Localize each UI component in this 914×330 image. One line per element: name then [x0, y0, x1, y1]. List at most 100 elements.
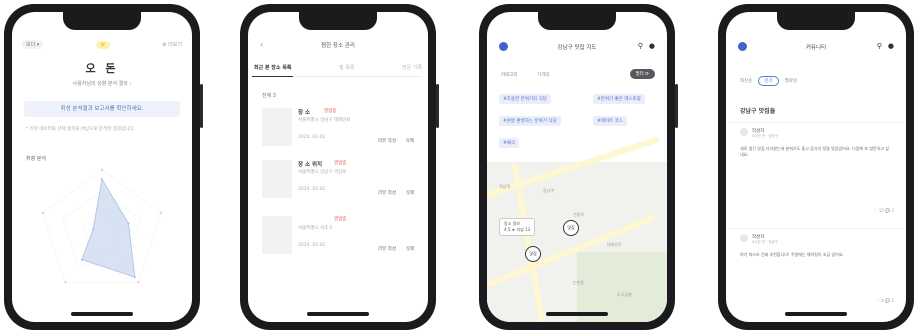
delete-button[interactable]: 삭제 [406, 246, 414, 252]
avatar[interactable] [740, 234, 748, 242]
notch [538, 12, 616, 30]
thumbnail-image [262, 216, 292, 254]
status-badge: 영업중 [334, 161, 347, 166]
settings-button[interactable]: ⚙ 더보기 [162, 41, 182, 48]
page-title: 오 돈 [85, 62, 119, 75]
place-callout[interactable]: 장소 정보 4.5 ★ 리뷰 13 [499, 218, 536, 236]
radar-axis-dot [64, 280, 67, 284]
map-view[interactable]: 역삼역 강남역 선릉로 테헤란로 논현동 도곡공원 장소 정보 4.5 ★ 리뷰… [487, 136, 667, 322]
map-pin[interactable]: 맛집 [525, 246, 541, 262]
filter-reset-chip[interactable]: 필터 ⟳ [629, 69, 655, 79]
post-stats[interactable]: ♡ 12 💬 3 [874, 208, 894, 213]
write-review-button[interactable]: 리뷰 작성 [378, 138, 396, 144]
status-badge: 영업중 [334, 217, 347, 222]
tag-chip[interactable]: #데이트 코스 [593, 116, 627, 126]
status-badge: 영업중 [324, 109, 337, 114]
home-indicator [546, 312, 608, 316]
subtitle-link[interactable]: 사용자님의 성향 분석 결과 › [12, 80, 192, 87]
screen-saved-places: ‹ 찜한 장소 관리 최근 본 장소 목록 찜 목록 방문 기록 전체 3 장 … [248, 12, 428, 322]
place-date: 2024. 03.02 [298, 187, 326, 192]
radar-series-area [81, 178, 136, 278]
place-address: 서울특별시 서초구 [298, 226, 333, 231]
back-dropdown[interactable]: 보다 ▾ [22, 40, 44, 49]
home-indicator [71, 312, 133, 316]
post-meta: 5시간 전 · 강남구 [752, 240, 778, 244]
search-icon[interactable]: ⚲ [638, 42, 643, 50]
divider [726, 122, 906, 123]
map-label: 도곡공원 [617, 292, 632, 297]
description-text: * 리뷰 데이터와 선택 항목을 바탕으로 분석한 결과입니다. [26, 127, 135, 132]
report-banner[interactable]: 취성 분석결과 보고서를 확인하세요. [24, 101, 180, 117]
list-item[interactable]: 장 소 위치 영업중 서울특별시 강남구 역삼로 2024. 03.02 리뷰 … [262, 160, 418, 202]
map-label: 강남역 [543, 188, 555, 193]
map-label: 테헤란로 [607, 242, 622, 247]
place-name: 장 소 위치 [298, 162, 323, 168]
bell-icon[interactable]: ● [649, 42, 655, 50]
notch [777, 12, 855, 30]
radar-point [92, 228, 95, 231]
phone-mockup-analysis: 보다 ▾ ⭐ ⚙ 더보기 오 돈 사용자님의 성향 분석 결과 › 취성 분석결… [4, 4, 203, 330]
post-body: 여기 파스타 진짜 추천합니다! 주말에는 웨이팅이 조금 있어요. [740, 252, 844, 257]
chart-label: 취향 분석 [26, 156, 46, 162]
notch [63, 12, 141, 30]
filter-popular[interactable]: 인기 [758, 76, 779, 86]
map-pin[interactable]: 맛집 [563, 220, 579, 236]
post-body: 새로 생긴 맛집 다녀왔는데 분위기도 좋고 음식이 정말 맛있었어요. 다음에… [740, 146, 890, 157]
tag-chip[interactable]: #조용한 분위기의 식당 [499, 94, 551, 104]
radar-axis-dot [159, 211, 163, 215]
delete-button[interactable]: 삭제 [406, 138, 414, 144]
home-indicator [307, 312, 369, 316]
tab-history[interactable]: 방문 기록 [402, 64, 422, 71]
place-date: 2024. 03.02 [298, 243, 326, 248]
tab-recent[interactable]: 최근 본 장소 목록 [251, 64, 294, 77]
list-item[interactable]: 영업중 서울특별시 서초구 2024. 03.02 리뷰 작성 삭제 [262, 216, 418, 258]
tag-chip[interactable]: #혼밥 환영하는 분위기 식당 [499, 116, 561, 126]
place-address: 서울특별시 강남구 역삼로 [298, 170, 347, 175]
radar-point [80, 258, 83, 261]
home-indicator [785, 312, 847, 316]
list-item[interactable]: 장 소 영업중 서울특별시 강남구 테헤란로 2024. 03.02 리뷰 작성… [262, 108, 418, 150]
map-label: 선릉로 [573, 212, 585, 217]
place-name: 장 소 [298, 110, 311, 116]
divider [726, 228, 906, 229]
radar-axis-dot [137, 280, 140, 284]
road [511, 162, 549, 322]
post-stats[interactable]: ♡ 8 💬 1 [877, 298, 894, 303]
filter-latest[interactable]: 최신순 [740, 78, 752, 84]
filter-price[interactable]: 가격대 [537, 72, 549, 78]
radar-point [127, 222, 130, 225]
avatar[interactable] [740, 128, 748, 136]
map-label: 역삼역 [499, 184, 511, 189]
place-address: 서울특별시 강남구 테헤란로 [298, 118, 351, 123]
phone-mockup-map: 강남구 맛집 지도 ⚲ ● 카테고리 가격대 필터 ⟳ #조용한 분위기의 식당… [479, 4, 678, 330]
write-review-button[interactable]: 리뷰 작성 [378, 246, 396, 252]
screen-map: 강남구 맛집 지도 ⚲ ● 카테고리 가격대 필터 ⟳ #조용한 분위기의 식당… [487, 12, 667, 322]
tag-chip[interactable]: #분위기 좋은 레스토랑 [593, 94, 645, 104]
star-icon[interactable]: ⭐ [95, 40, 110, 49]
filter-category[interactable]: 카테고리 [501, 72, 518, 78]
post-meta: 3시간 전 · 강남구 [752, 134, 778, 138]
thumbnail-image [262, 108, 292, 146]
notch [299, 12, 377, 30]
tab-favorites[interactable]: 찜 목록 [339, 64, 354, 71]
map-label: 논현동 [573, 280, 585, 285]
post-card[interactable]: 작성자 3시간 전 · 강남구 새로 생긴 맛집 다녀왔는데 분위기도 좋고 음… [726, 122, 906, 218]
callout-rating: 4.5 ★ 리뷰 13 [504, 227, 531, 232]
radar-chart [41, 168, 163, 284]
screen-analysis: 보다 ▾ ⭐ ⚙ 더보기 오 돈 사용자님의 성향 분석 결과 › 취성 분석결… [12, 12, 192, 322]
filter-following[interactable]: 팔로잉 [785, 78, 797, 84]
tab-bar: 최근 본 장소 목록 찜 목록 방문 기록 [251, 64, 422, 77]
write-review-button[interactable]: 리뷰 작성 [378, 190, 396, 196]
bell-icon[interactable]: ● [888, 42, 894, 50]
radar-axis-dot [41, 211, 45, 215]
screen-community: 커뮤니티 ⚲ ● 최신순 인기 팔로잉 강남구 맛집들 작성자 3시간 전 · … [726, 12, 906, 322]
page-title: 찜한 장소 관리 [321, 43, 355, 49]
radar-axis-dot [100, 168, 104, 172]
radar-point [133, 276, 136, 279]
thumbnail-image [262, 160, 292, 198]
tag-chip[interactable]: #채식 [499, 138, 520, 148]
search-icon[interactable]: ⚲ [877, 42, 882, 50]
place-date: 2024. 03.02 [298, 135, 326, 140]
delete-button[interactable]: 삭제 [406, 190, 414, 196]
post-card[interactable]: 작성자 5시간 전 · 강남구 여기 파스타 진짜 추천합니다! 주말에는 웨이… [726, 228, 906, 314]
